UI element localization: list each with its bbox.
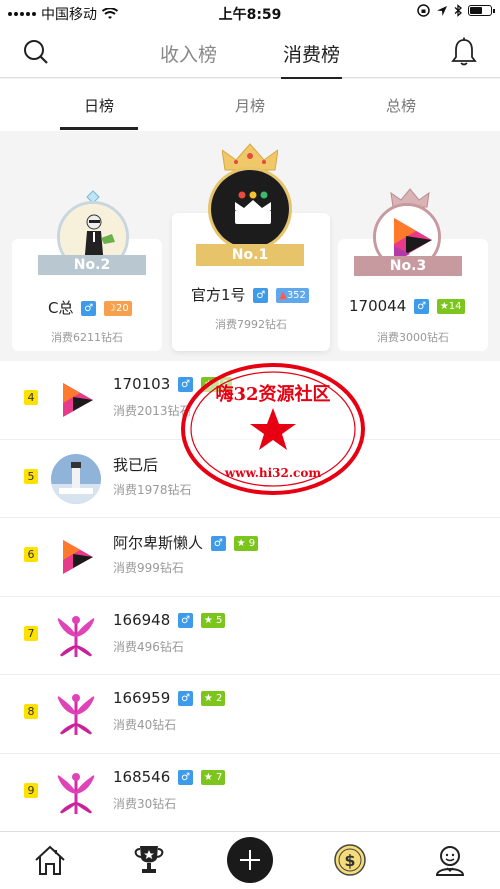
list-item[interactable]: 9 168546 ♂ ★ 7 消费30钻石	[0, 754, 500, 832]
svg-text:$: $	[344, 851, 355, 870]
period-tabs: 日榜 月榜 总榜	[0, 79, 500, 131]
spent-amount: 消费496钻石	[113, 639, 184, 654]
user-name: 166948	[113, 610, 171, 629]
list-item[interactable]: 6 阿尔卑斯懒人 ♂ ★ 9 消费999钻石	[0, 518, 500, 597]
gender-male-icon: ♂	[414, 299, 430, 314]
user-name: 168546	[113, 767, 171, 786]
gender-male-icon: ♂	[81, 301, 97, 316]
rank-ribbon: No.3	[354, 256, 462, 276]
spent-amount: 消费999钻石	[113, 561, 184, 575]
user-name-line: 170103 ♂ ★ 12	[113, 375, 232, 393]
level-badge: ★ 12	[200, 377, 232, 392]
level-badge: ★14	[436, 299, 465, 314]
star-icon: ★	[439, 301, 449, 312]
tab-income-ranking[interactable]: 收入榜	[160, 40, 217, 67]
user-name-line: 168546 ♂ ★ 7	[113, 767, 226, 786]
list-item[interactable]: 8 166959 ♂ ★ 2 消费40钻石	[0, 675, 500, 754]
level-badge: ☽20	[104, 301, 132, 316]
spent-amount: 消费2013钻石	[113, 404, 192, 418]
gender-male-icon: ♂	[178, 612, 194, 628]
bluetooth-icon	[454, 4, 462, 17]
rank-number: 4	[24, 390, 38, 405]
list-item[interactable]: 4 170103 ♂ ★ 12 消费2013钻石	[0, 361, 500, 440]
user-name: 166959	[113, 689, 171, 707]
bell-icon[interactable]	[450, 37, 478, 67]
podium-name-1: 官方1号 ♂ ▲352	[191, 284, 309, 305]
tab-daily[interactable]: 日榜	[59, 95, 139, 130]
crown-small-icon: ▲	[279, 290, 287, 301]
avatar[interactable]	[51, 610, 101, 661]
level-badge: ★ 9	[233, 536, 259, 551]
gender-male-icon: ♂	[210, 536, 226, 551]
gender-male-icon: ♂	[178, 691, 194, 706]
spent-amount: 消费1978钻石	[113, 482, 192, 497]
user-name-line: 166948 ♂ ★ 5	[113, 610, 226, 629]
rank-ribbon: No.1	[196, 244, 304, 266]
search-icon[interactable]	[22, 38, 50, 66]
level-badge: ★ 5	[200, 612, 226, 628]
location-arrow-icon	[437, 5, 447, 16]
spent-amount: 消费7992钻石	[215, 318, 287, 331]
tab-spending-ranking[interactable]: 消费榜	[280, 40, 343, 80]
ranking-list: 4 170103 ♂ ★ 12 消费2013钻石 5 我已后 消费1978钻石 …	[0, 361, 500, 832]
level-badge: ★ 2	[200, 691, 226, 706]
level-badge: ▲352	[276, 288, 309, 303]
star-icon: ★	[203, 693, 213, 704]
spent-amount: 消费40钻石	[113, 718, 177, 732]
star-icon: ★	[236, 538, 246, 549]
gender-male-icon: ♂	[178, 377, 194, 392]
spent-amount: 消费3000钻石	[377, 331, 449, 344]
spent-amount: 消费6211钻石	[51, 331, 123, 344]
profile-icon[interactable]	[432, 842, 468, 878]
trophy-icon[interactable]	[131, 842, 167, 878]
add-icon[interactable]	[227, 837, 273, 883]
podium-name-2: C总 ♂ ☽20	[48, 297, 132, 318]
spent-amount: 消费30钻石	[113, 796, 177, 811]
lock-rotation-icon	[417, 4, 430, 17]
star-icon: ★	[203, 771, 213, 783]
rank-number: 6	[24, 547, 38, 562]
tab-total[interactable]: 总榜	[386, 95, 416, 116]
star-icon: ★	[203, 379, 213, 390]
bottom-tab-bar: $	[0, 831, 500, 889]
rank-number: 5	[24, 468, 38, 484]
user-name: 170103	[113, 375, 171, 393]
list-item[interactable]: 5 我已后 消费1978钻石	[0, 440, 500, 518]
tab-monthly[interactable]: 月榜	[235, 95, 265, 116]
list-item[interactable]: 7 166948 ♂ ★ 5 消费496钻石	[0, 597, 500, 675]
battery-icon	[468, 5, 495, 16]
home-icon[interactable]	[32, 842, 68, 878]
level-badge: ★ 7	[200, 769, 226, 785]
star-icon: ★	[203, 614, 213, 626]
coin-icon[interactable]: $	[332, 842, 368, 878]
gender-male-icon: ♂	[178, 769, 194, 785]
gender-male-icon: ♂	[253, 288, 269, 303]
podium-name-3: 170044 ♂ ★14	[349, 297, 465, 315]
rank-number: 8	[24, 704, 38, 719]
avatar[interactable]	[51, 532, 101, 582]
avatar[interactable]	[51, 375, 101, 425]
user-name: 170044	[349, 297, 407, 315]
user-name: 官方1号	[191, 286, 246, 304]
user-name: 阿尔卑斯懒人	[113, 534, 204, 552]
rank-ribbon: No.2	[38, 255, 146, 275]
avatar[interactable]	[51, 767, 101, 818]
user-name-line: 166959 ♂ ★ 2	[113, 689, 226, 707]
status-bar: 中国移动 上午8:59	[0, 0, 500, 26]
avatar[interactable]	[208, 167, 292, 251]
rank-number: 9	[24, 782, 38, 798]
moon-icon: ☽	[107, 303, 117, 314]
top-three-podium: No.2 C总 ♂ ☽20 消费6211钻石 No.1 官方1号 ♂ ▲352 …	[0, 131, 500, 361]
avatar[interactable]	[51, 689, 101, 739]
user-name: C总	[48, 299, 74, 317]
rank-number: 7	[24, 625, 38, 641]
avatar[interactable]	[51, 453, 101, 504]
user-name-line: 阿尔卑斯懒人 ♂ ★ 9	[113, 532, 259, 553]
user-name-line: 我已后	[113, 454, 158, 475]
top-nav: 收入榜 消费榜	[0, 26, 500, 80]
user-name: 我已后	[113, 455, 159, 474]
